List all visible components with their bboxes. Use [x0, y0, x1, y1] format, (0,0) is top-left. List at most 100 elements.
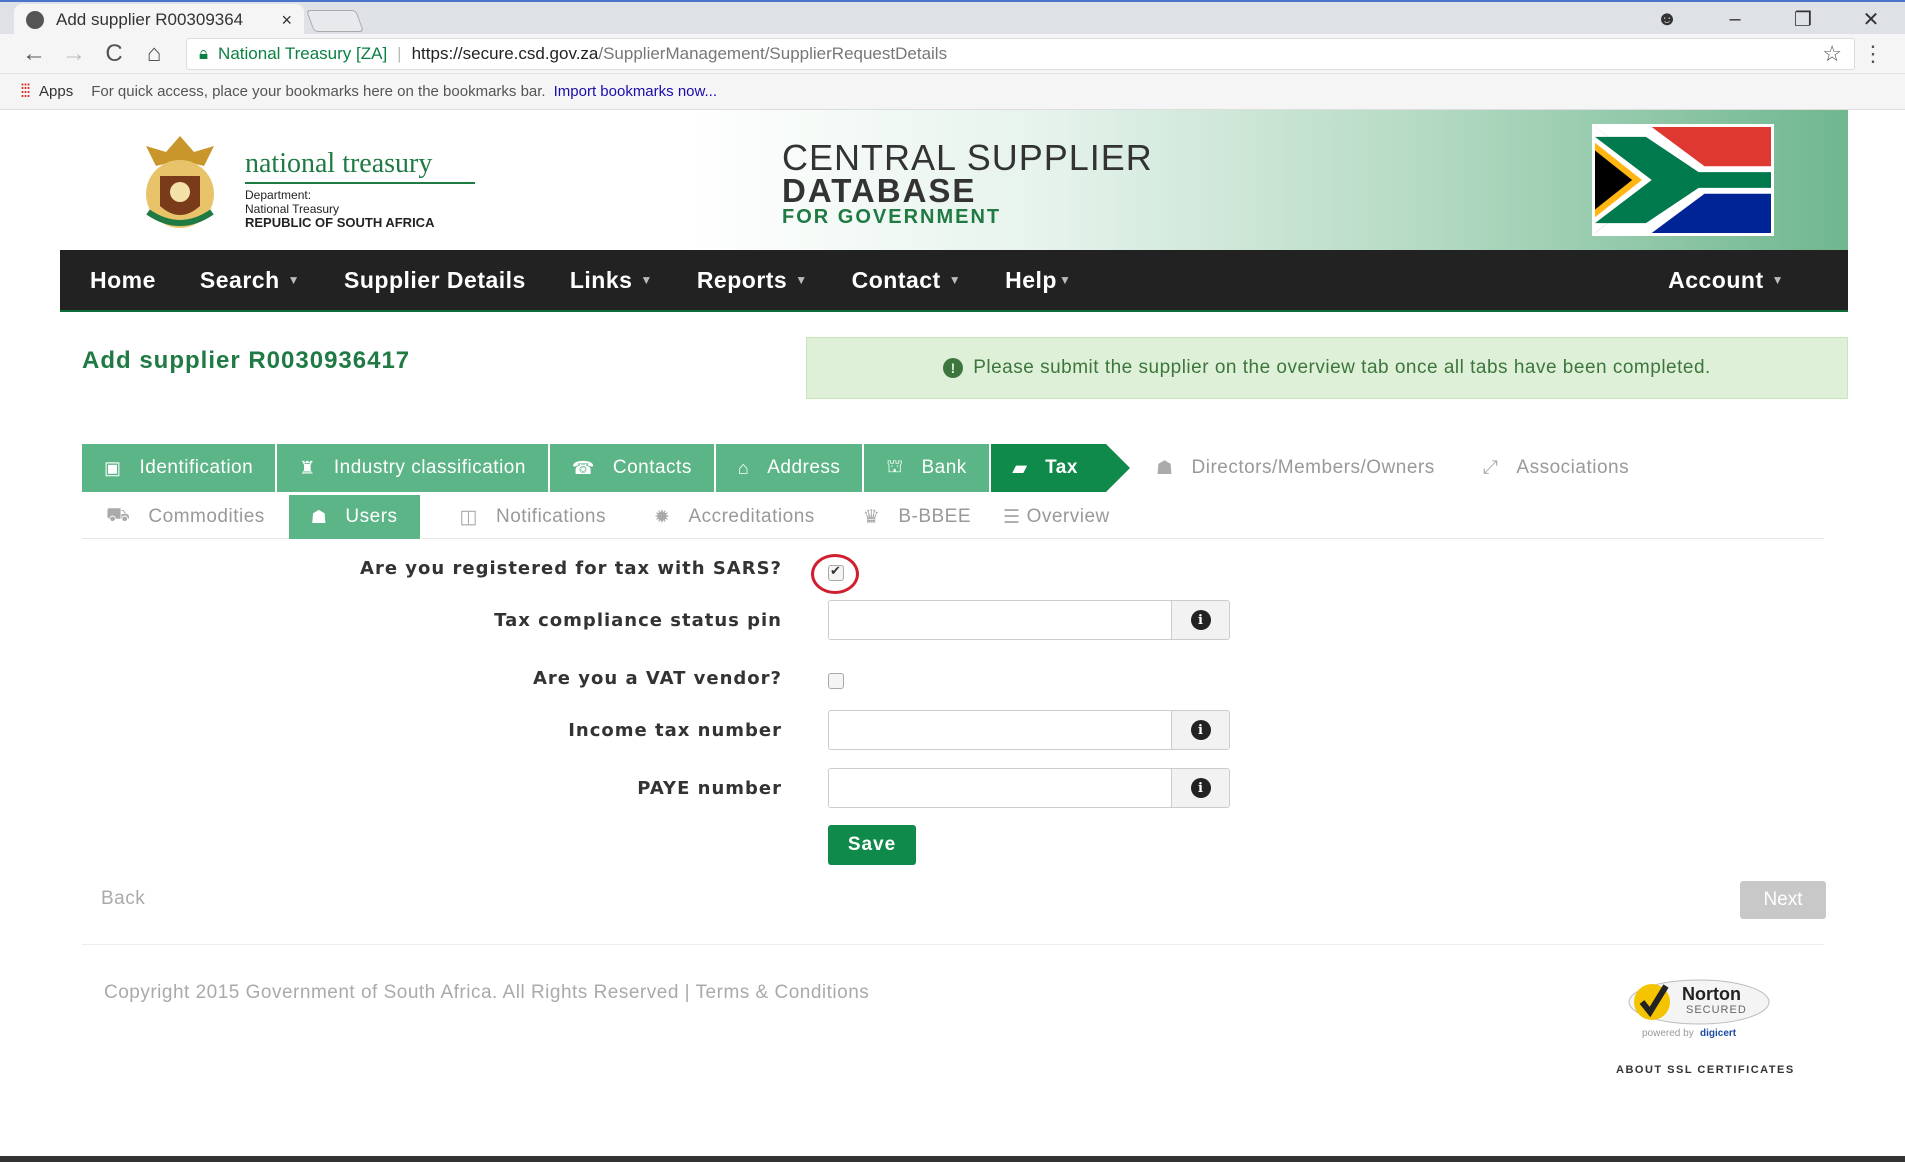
tab-label: Directors/Members/Owners: [1191, 457, 1435, 478]
apps-grid-icon[interactable]: ⁞⁞⁞: [20, 81, 31, 102]
phone-icon: ☎: [571, 457, 595, 478]
minimize-button[interactable]: –: [1701, 8, 1769, 31]
page-title: Add supplier R0030936417: [82, 347, 411, 374]
nav-label: Help: [1005, 266, 1057, 293]
csd-logo-text: CENTRAL SUPPLIER DATABASE FOR GOVERNMENT: [782, 140, 1153, 229]
caret-down-icon: ▼: [640, 273, 653, 287]
browser-menu-icon[interactable]: ⋮: [1855, 41, 1891, 67]
site-header: national treasury Department: National T…: [60, 110, 1848, 250]
info-circle-icon: !: [943, 358, 964, 378]
tab-b-bbee[interactable]: ♛ B-BBEE: [839, 495, 995, 539]
tax-compliance-pin-input[interactable]: [829, 601, 1171, 639]
tab-label: Notifications: [496, 506, 606, 527]
url-separator: |: [397, 43, 402, 63]
ssl-about-link[interactable]: ABOUT SSL CERTIFICATES: [1616, 1064, 1795, 1076]
dept-line-3: REPUBLIC OF SOUTH AFRICA: [245, 215, 435, 230]
briefcase-icon: ▣: [104, 457, 122, 478]
folder-open-icon: ▰: [1012, 457, 1028, 478]
tab-associations[interactable]: ⤢ Associations: [1459, 444, 1653, 492]
wizard-tabs-row-1: ▣ Identification ♜ Industry classification…: [82, 444, 1653, 492]
tab-accreditations[interactable]: ✹ Accreditations: [630, 495, 839, 539]
bookmark-star-icon[interactable]: ☆: [1822, 41, 1842, 67]
save-button[interactable]: Save: [828, 825, 916, 865]
new-tab-button[interactable]: [305, 10, 365, 32]
apps-link[interactable]: Apps: [39, 83, 73, 100]
back-arrow-icon[interactable]: ←: [14, 40, 54, 68]
tab-address[interactable]: ⌂ Address: [715, 444, 865, 492]
south-africa-flag-icon: [1592, 124, 1774, 236]
department-text: Department: National Treasury REPUBLIC O…: [245, 188, 434, 230]
profile-icon[interactable]: ☻: [1633, 8, 1701, 31]
paye-number-input[interactable]: [829, 769, 1171, 807]
nav-label: Home: [90, 266, 156, 293]
paye-info-button[interactable]: i: [1171, 769, 1229, 807]
home-icon[interactable]: ⌂: [134, 40, 174, 68]
income-tax-number-label: Income tax number: [568, 720, 782, 741]
nav-home[interactable]: Home: [90, 267, 156, 294]
bookmarks-bar: ⁞⁞⁞ Apps For quick access, place your bo…: [0, 74, 1905, 110]
sars-registered-checkbox[interactable]: [828, 563, 844, 581]
vat-vendor-checkbox[interactable]: [828, 673, 844, 689]
caret-down-icon: ▼: [948, 273, 962, 287]
csd-line-1: CENTRAL SUPPLIER: [782, 137, 1153, 178]
dept-line-1: Department:: [245, 188, 312, 202]
tab-users[interactable]: ☗ Users: [288, 495, 422, 539]
tab-bank[interactable]: ⛫ Bank: [864, 444, 991, 492]
reload-icon[interactable]: C: [94, 40, 134, 68]
tab-label: Industry classification: [333, 457, 526, 478]
tab-label: Identification: [139, 457, 254, 478]
tab-commodities[interactable]: ⛟ Commodities: [82, 495, 289, 539]
income-tax-info-button[interactable]: i: [1171, 711, 1229, 749]
inbox-icon: ◫: [459, 506, 478, 528]
income-tax-number-field: i: [828, 710, 1230, 750]
lock-icon: 🔒︎: [199, 43, 209, 63]
tab-contacts[interactable]: ☎ Contacts: [549, 444, 716, 492]
tab-notifications[interactable]: ◫ Notifications: [436, 495, 630, 539]
back-link[interactable]: Back: [101, 888, 145, 910]
tab-tax[interactable]: ▰ Tax: [990, 444, 1131, 492]
csd-line-3: FOR GOVERNMENT: [782, 206, 1002, 228]
caret-down-icon: ▼: [1771, 273, 1784, 287]
nav-contact[interactable]: Contact ▼: [852, 267, 962, 294]
income-tax-number-input[interactable]: [829, 711, 1171, 749]
vat-vendor-label: Are you a VAT vendor?: [533, 668, 782, 689]
tab-overview[interactable]: ☰ Overview: [995, 495, 1134, 539]
user-icon: ☗: [1155, 457, 1174, 479]
tab-label: Commodities: [148, 506, 265, 527]
caret-down-icon: ▼: [795, 273, 808, 287]
tab-label: Users: [345, 506, 398, 527]
brand-name: national treasury: [245, 148, 433, 179]
norton-seal[interactable]: Norton SECURED powered by digicert: [1626, 976, 1772, 1042]
dept-line-2: National Treasury: [245, 202, 340, 216]
csd-line-2: DATABASE: [782, 172, 977, 209]
nav-label: Contact: [851, 266, 941, 293]
nav-links[interactable]: Links ▼: [570, 267, 653, 294]
coat-of-arms-icon: [146, 136, 214, 228]
building-icon: ♜: [299, 457, 316, 478]
close-window-button[interactable]: ✕: [1837, 7, 1905, 32]
info-icon: i: [1190, 610, 1211, 630]
tab-directors-members-owners[interactable]: ☗ Directors/Members/Owners: [1132, 444, 1459, 492]
nav-supplier-details[interactable]: Supplier Details: [344, 267, 526, 294]
nav-help[interactable]: Help ▼: [1005, 267, 1071, 294]
bank-icon: ⛫: [886, 456, 904, 476]
browser-tab[interactable]: Add supplier R00309364 ×: [14, 4, 304, 36]
restore-button[interactable]: ❐: [1769, 7, 1837, 32]
favicon-icon: [26, 11, 44, 29]
nav-reports[interactable]: Reports ▼: [697, 267, 808, 294]
import-bookmarks-link[interactable]: Import bookmarks now...: [554, 83, 717, 100]
info-icon: i: [1190, 720, 1211, 740]
next-button[interactable]: Next: [1740, 881, 1826, 919]
tab-close-icon[interactable]: ×: [281, 10, 292, 31]
copyright-text: Copyright 2015 Government of South Afric…: [104, 982, 870, 1003]
tab-identification[interactable]: ▣ Identification: [82, 444, 278, 492]
sars-registered-label: Are you registered for tax with SARS?: [360, 558, 782, 579]
tax-pin-info-button[interactable]: i: [1171, 601, 1229, 639]
tab-industry-classification[interactable]: ♜ Industry classification: [277, 444, 550, 492]
site-identity: National Treasury [ZA]: [218, 43, 388, 63]
link-icon: ⤢: [1482, 457, 1499, 478]
nav-search[interactable]: Search ▼: [200, 267, 300, 294]
nav-account[interactable]: Account ▼: [1668, 267, 1784, 294]
url-omnibox[interactable]: 🔒︎ National Treasury [ZA] | https://secu…: [186, 37, 1855, 70]
forward-arrow-icon[interactable]: →: [54, 40, 94, 68]
